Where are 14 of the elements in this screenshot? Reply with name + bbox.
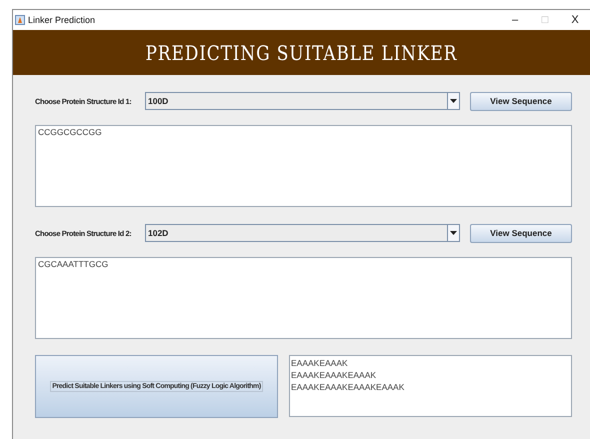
caret-icon bbox=[450, 99, 457, 103]
view-sequence-button[interactable]: View Sequence bbox=[470, 224, 572, 242]
app-heading: PREDICTING SUITABLE LINKER bbox=[146, 40, 458, 64]
sequence-area[interactable]: CCGGCGCCGG bbox=[35, 125, 572, 207]
results-area[interactable]: EAAAKEAAAK EAAAKEAAAKEAAAK EAAAKEAAAKEAAAKEAAAK bbox=[289, 355, 572, 417]
app-icon bbox=[15, 15, 25, 25]
view-sequence-button[interactable]: View Sequence bbox=[470, 92, 572, 110]
window-title: Linker Prediction bbox=[28, 15, 96, 25]
structure-dropdown[interactable]: 102D bbox=[145, 224, 460, 242]
sequence-area[interactable]: CGCAAATTTGCG bbox=[35, 257, 572, 339]
structure-dropdown[interactable]: 100D bbox=[145, 92, 460, 110]
window-control[interactable]: X bbox=[560, 14, 590, 26]
caret-icon bbox=[450, 231, 457, 235]
window-control[interactable]: – bbox=[500, 14, 530, 26]
